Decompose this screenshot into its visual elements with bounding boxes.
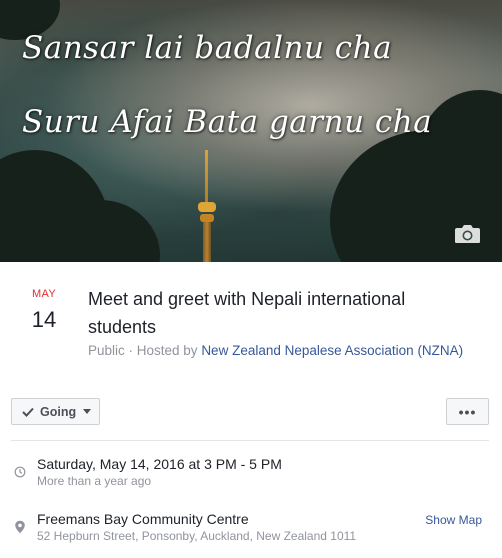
cover-text-line1: Sansar lai badalnu cha: [22, 30, 393, 66]
cover-text-line2: Suru Afai Bata garnu cha: [22, 104, 433, 140]
location-name[interactable]: Freemans Bay Community Centre: [37, 511, 249, 527]
host-link[interactable]: New Zealand Nepalese Association (NZNA): [201, 343, 463, 358]
event-time: Saturday, May 14, 2016 at 3 PM - 5 PM: [37, 456, 282, 472]
event-time-relative: More than a year ago: [37, 474, 152, 488]
map-pin-icon: [15, 520, 25, 534]
sky-tower-image: [198, 150, 216, 262]
event-day: 14: [31, 307, 57, 332]
event-date-badge: MAY 14: [22, 288, 66, 333]
chevron-down-icon: [83, 409, 92, 414]
event-title: Meet and greet with Nepali international…: [88, 289, 406, 337]
going-label: Going: [40, 404, 77, 419]
clock-icon: [14, 466, 26, 478]
going-button[interactable]: Going: [11, 398, 100, 425]
event-month: MAY: [32, 288, 56, 300]
show-map-link[interactable]: Show Map: [425, 513, 482, 527]
event-cover-photo[interactable]: Sansar lai badalnu cha Suru Afai Bata ga…: [0, 0, 502, 262]
privacy-label: Public · Hosted by: [88, 343, 202, 358]
divider: [11, 440, 489, 441]
more-options-button[interactable]: •••: [446, 398, 489, 425]
camera-icon[interactable]: [454, 224, 481, 244]
location-address: 52 Hepburn Street, Ponsonby, Auckland, N…: [37, 529, 357, 543]
event-privacy-host: Public · Hosted by New Zealand Nepalese …: [88, 341, 468, 360]
checkmark-icon: [22, 407, 34, 417]
